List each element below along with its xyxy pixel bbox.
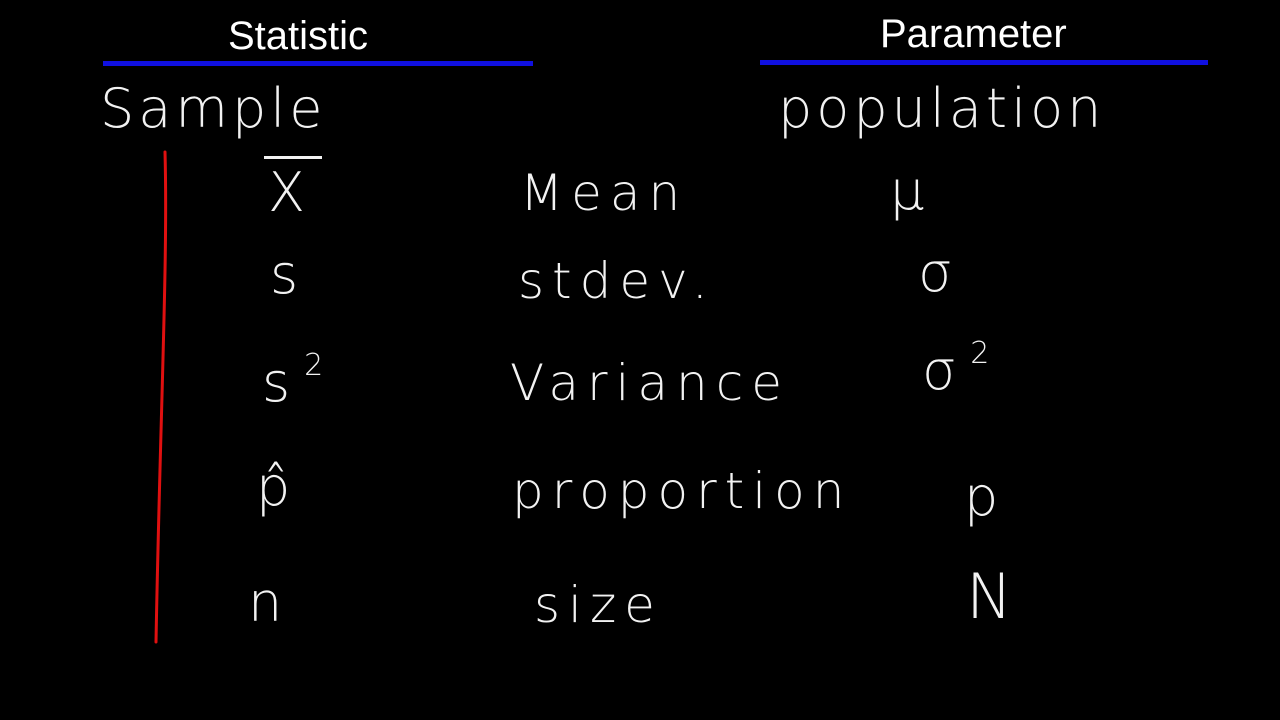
slide: { "headers": { "statistic": "Statistic",…: [0, 0, 1280, 720]
population-size-symbol: N: [966, 560, 1013, 633]
population-variance-symbol: σ2: [922, 339, 989, 398]
population-variance-base: σ: [922, 339, 957, 402]
sample-variance-exponent: 2: [304, 348, 324, 383]
population-variance-exponent: 2: [970, 336, 990, 371]
variance-label: Variance: [510, 354, 790, 412]
population-mean-symbol: μ: [890, 159, 925, 222]
sample-mean-symbol: X: [268, 161, 305, 224]
sample-variance-symbol: s2: [262, 351, 323, 410]
sample-size-symbol: n: [248, 571, 283, 634]
mean-label: Mean: [520, 164, 689, 222]
stdev-label: stdev.: [518, 252, 716, 310]
x-bar-overline: [264, 156, 322, 159]
population-stdev-symbol: σ: [918, 241, 953, 304]
size-label: size: [534, 576, 663, 634]
sample-stdev-symbol: s: [270, 243, 299, 306]
sample-variance-base: s: [262, 351, 291, 414]
population-proportion-symbol: p: [964, 465, 999, 528]
proportion-label: proportion: [512, 462, 853, 520]
sample-proportion-symbol: p̂: [256, 455, 291, 518]
